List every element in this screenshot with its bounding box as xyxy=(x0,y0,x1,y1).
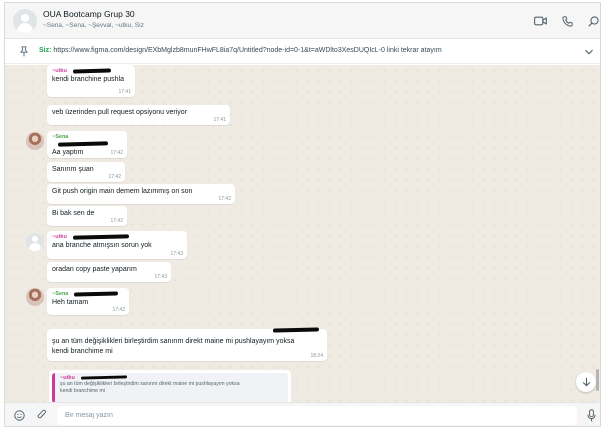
message-input[interactable] xyxy=(57,406,577,425)
message-time: 17:42 xyxy=(112,307,125,313)
quoted-text-line: kendi branchime mi xyxy=(60,388,105,394)
message-composer xyxy=(5,402,600,426)
message-bubble[interactable]: Git push origin main demem lazımmış on s… xyxy=(47,184,235,204)
scrollbar[interactable] xyxy=(596,69,599,398)
sender-avatar[interactable] xyxy=(26,132,44,150)
message-bubble[interactable]: Bi bak sen de 17:42 xyxy=(47,206,127,226)
scrollbar-thumb[interactable] xyxy=(596,369,599,391)
sender-avatar[interactable] xyxy=(26,233,44,251)
message-time: 17:42 xyxy=(108,174,121,180)
pinned-message-text[interactable]: Siz: https://www.figma.com/design/EXbMgl… xyxy=(39,47,442,54)
message-text: kendi branchine pushla xyxy=(52,76,124,83)
microphone-icon[interactable] xyxy=(587,409,596,422)
group-avatar[interactable] xyxy=(13,9,37,33)
reply-quote-preview[interactable]: ~utku şu an tüm değişiklikleri birleştir… xyxy=(49,370,291,402)
message-sender: ~utku xyxy=(52,233,181,241)
group-name[interactable]: OUA Bootcamp Grup 30 xyxy=(43,9,135,19)
arrow-down-icon xyxy=(582,377,590,387)
message-text: ana branche atmışsın sorun yok xyxy=(52,242,152,249)
message-time: 17:42 xyxy=(110,218,123,224)
message-time: 17:43 xyxy=(154,274,167,280)
message-list[interactable]: ~utku kendi branchine pushla 17:41 veb ü… xyxy=(5,65,600,402)
message-time: 17:42 xyxy=(218,196,231,202)
chat-header[interactable]: OUA Bootcamp Grup 30 ~Sena, ~Sena, ~Şevv… xyxy=(5,3,600,39)
message-sender: ~utku xyxy=(52,68,129,75)
message-time: 18:24 xyxy=(310,353,323,359)
group-members[interactable]: ~Sena, ~Sena, ~Şevval, ~utku, Siz xyxy=(43,22,144,29)
message-text: veb üzerinden pull request opsiyonu veri… xyxy=(52,109,188,116)
search-icon[interactable] xyxy=(585,14,600,28)
scroll-to-bottom-button[interactable] xyxy=(576,372,596,392)
paperclip-icon[interactable] xyxy=(37,409,47,421)
pinned-author: Siz: xyxy=(39,47,52,54)
pin-icon xyxy=(20,46,28,57)
message-sender: ~Sena xyxy=(52,134,121,148)
message-bubble[interactable]: ~utku kendi branchine pushla 17:41 xyxy=(47,65,135,97)
message-time: 17:43 xyxy=(170,251,183,257)
message-bubble[interactable]: Sanırım şuan 17:42 xyxy=(47,162,125,182)
message-bubble[interactable]: ~Sena Heh tamam 17:42 xyxy=(47,288,129,315)
message-bubble[interactable]: ~utku ana branche atmışsın sorun yok 17:… xyxy=(47,231,187,259)
chevron-down-icon[interactable] xyxy=(584,47,594,57)
message-time: 17:41 xyxy=(118,89,131,95)
message-time: 17:42 xyxy=(110,150,123,156)
message-bubble[interactable]: veb üzerinden pull request opsiyonu veri… xyxy=(47,105,230,125)
message-sender: ~Sena xyxy=(52,290,123,298)
quoted-text-line: şu an tüm değişiklikleri birleştirdim sa… xyxy=(60,381,240,387)
redaction-mark xyxy=(272,327,320,333)
message-text-line: şu an tüm değişiklikleri birleştirdim sa… xyxy=(52,338,295,345)
message-bubble[interactable]: ~Sena Aa yaptım 17:42 xyxy=(47,131,127,158)
message-text: oradan copy paste yaparım xyxy=(52,266,137,273)
pinned-content: https://www.figma.com/design/EXbMglzb8mu… xyxy=(53,47,442,54)
message-bubble[interactable]: oradan copy paste yaparım 17:43 xyxy=(47,262,171,282)
video-call-icon[interactable] xyxy=(532,14,548,28)
message-bubble[interactable]: şu an tüm değişiklikleri birleştirdim sa… xyxy=(47,327,327,361)
message-text: Git push origin main demem lazımmış on s… xyxy=(52,188,193,195)
emoji-icon[interactable] xyxy=(14,410,25,421)
voice-call-icon[interactable] xyxy=(559,14,575,28)
whatsapp-window: OUA Bootcamp Grup 30 ~Sena, ~Sena, ~Şevv… xyxy=(4,2,601,427)
message-time: 17:41 xyxy=(213,117,226,123)
pinned-message-bar[interactable]: Siz: https://www.figma.com/design/EXbMgl… xyxy=(5,40,600,64)
quoted-message[interactable]: ~utku şu an tüm değişiklikleri birleştir… xyxy=(52,373,288,402)
sender-avatar[interactable] xyxy=(26,288,44,306)
message-text-line: kendi branchime mi xyxy=(52,348,113,355)
